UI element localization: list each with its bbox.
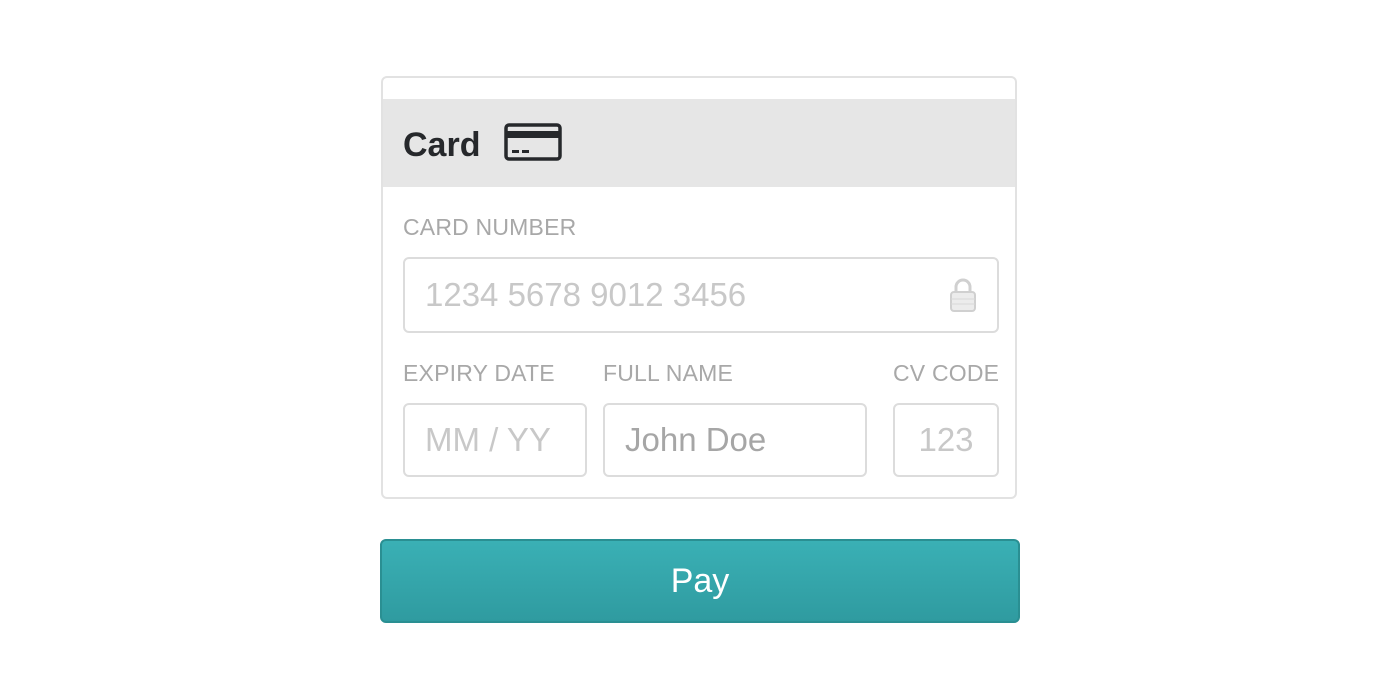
card-section-title: Card	[403, 126, 481, 164]
pay-button[interactable]: Pay	[380, 539, 1020, 623]
card-number-field-wrapper	[403, 257, 999, 333]
cv-code-input[interactable]	[895, 405, 997, 475]
full-name-field-wrapper	[603, 403, 867, 477]
card-form-panel: Card CARD NUMBER EXPIRY DATE FU	[381, 76, 1017, 499]
credit-card-icon	[504, 123, 562, 161]
cv-code-field-wrapper	[893, 403, 999, 477]
lock-icon	[950, 278, 976, 312]
card-number-label: CARD NUMBER	[403, 214, 577, 240]
full-name-input[interactable]	[605, 405, 865, 475]
card-section-header: Card	[383, 99, 1015, 187]
payment-page: Card CARD NUMBER EXPIRY DATE FU	[0, 0, 1400, 700]
card-number-input[interactable]	[405, 259, 997, 331]
expiry-field-wrapper	[403, 403, 587, 477]
expiry-date-input[interactable]	[405, 405, 585, 475]
cv-code-label: CV CODE	[893, 360, 1000, 386]
full-name-label: FULL NAME	[603, 360, 734, 386]
expiry-date-label: EXPIRY DATE	[403, 360, 555, 386]
